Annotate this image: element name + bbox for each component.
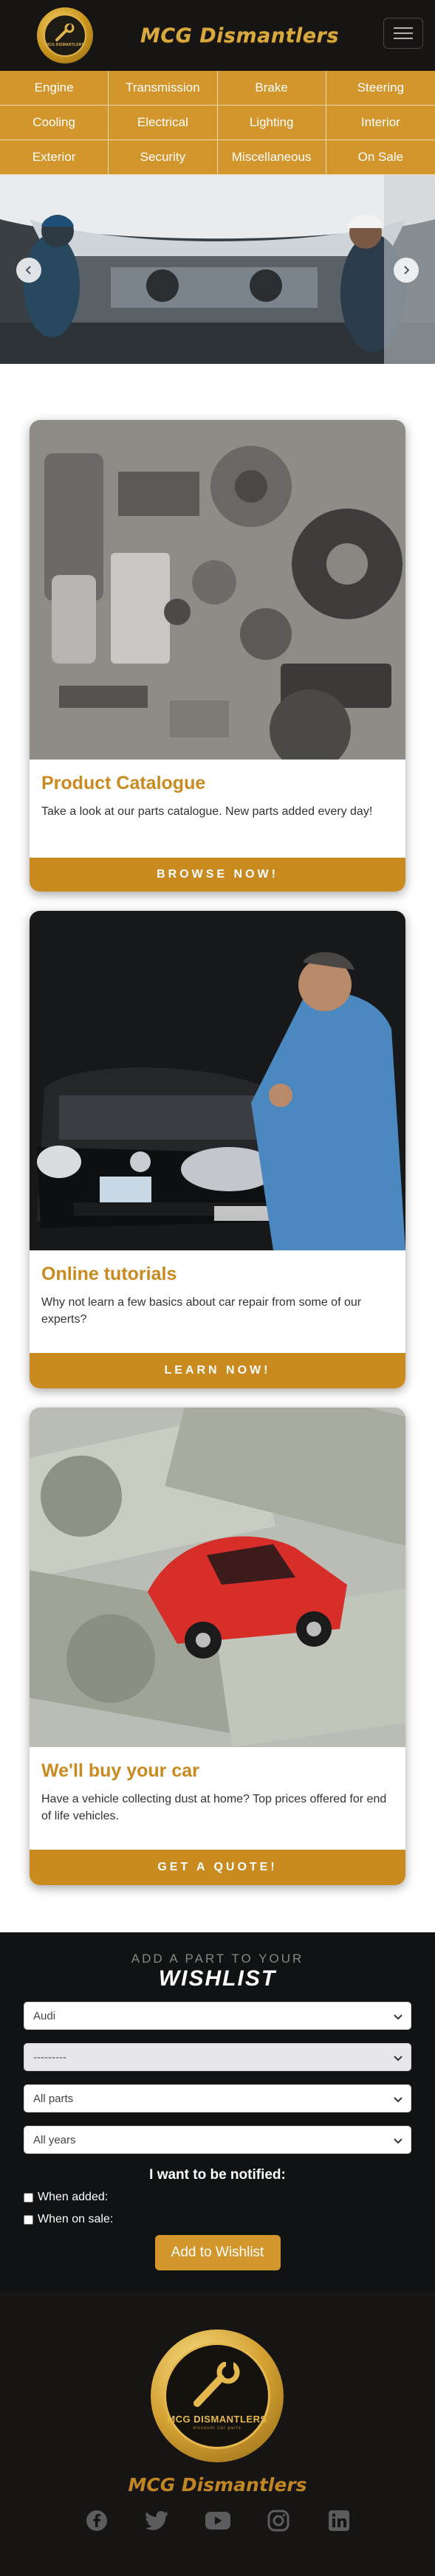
part-select-value: All parts	[33, 2092, 74, 2105]
card-buy-your-car: We'll buy your car Have a vehicle collec…	[30, 1408, 405, 1885]
hamburger-line	[394, 27, 413, 29]
when-on-sale-checkbox[interactable]	[24, 2214, 33, 2225]
category-nav: Engine Transmission Brake Steering Cooli…	[0, 71, 435, 175]
card-text: Have a vehicle collecting dust at home? …	[41, 1793, 387, 1823]
site-footer: MCG DISMANTLERS discount car parts MCG D…	[0, 2293, 435, 2576]
wishlist-subtitle: ADD A PART TO YOUR	[131, 1952, 304, 1966]
category-miscellaneous[interactable]: Miscellaneous	[217, 140, 326, 175]
facebook-icon	[86, 2510, 107, 2531]
brand-name[interactable]: MCG Dismantlers	[140, 24, 339, 47]
year-select[interactable]: All years	[24, 2126, 411, 2154]
category-cooling[interactable]: Cooling	[0, 106, 109, 140]
footer-logo-text: MCG DISMANTLERS	[167, 2413, 267, 2425]
footer-logo-inner: MCG DISMANTLERS discount car parts	[164, 2343, 270, 2449]
learn-now-button[interactable]: LEARN NOW!	[30, 1353, 405, 1388]
year-select-value: All years	[33, 2133, 76, 2146]
logo[interactable]: MCG DISMANTLERS	[37, 7, 93, 63]
category-security[interactable]: Security	[109, 140, 218, 175]
twitter-icon	[145, 2511, 168, 2530]
card-body: Product Catalogue Take a look at our par…	[30, 760, 405, 858]
hero-image	[0, 175, 435, 364]
category-lighting[interactable]: Lighting	[217, 106, 326, 140]
chevron-down-icon	[394, 2138, 403, 2144]
when-on-sale-option: When on sale:	[24, 2213, 411, 2226]
model-select-value: ---------	[33, 2050, 66, 2064]
chevron-down-icon	[394, 2097, 403, 2103]
when-on-sale-label: When on sale:	[38, 2213, 114, 2225]
card-body: Online tutorials Why not learn a few bas…	[30, 1250, 405, 1353]
card-body: We'll buy your car Have a vehicle collec…	[30, 1747, 405, 1850]
category-exterior[interactable]: Exterior	[0, 140, 109, 175]
youtube-icon	[205, 2512, 230, 2529]
money-car-image	[30, 1408, 405, 1747]
card-text: Take a look at our parts catalogue. New …	[41, 805, 373, 818]
when-added-option: When added:	[24, 2191, 411, 2204]
menu-toggle-button[interactable]	[383, 18, 423, 49]
mechanic-image	[30, 911, 405, 1250]
feature-cards: Product Catalogue Take a look at our par…	[0, 364, 435, 1885]
wrench-icon	[193, 2361, 240, 2407]
category-electrical[interactable]: Electrical	[109, 106, 218, 140]
chevron-right-icon	[404, 266, 410, 275]
make-select-value: Audi	[33, 2009, 56, 2022]
card-title: Online tutorials	[41, 1264, 177, 1284]
carousel-next-button[interactable]	[394, 258, 419, 283]
when-added-label: When added:	[38, 2191, 109, 2203]
hamburger-line	[394, 32, 413, 34]
car-parts-image	[30, 420, 405, 760]
category-transmission[interactable]: Transmission	[109, 71, 218, 106]
when-added-checkbox[interactable]	[24, 2192, 33, 2203]
card-image-mechanic	[30, 911, 405, 1250]
card-online-tutorials: Online tutorials Why not learn a few bas…	[30, 911, 405, 1388]
chevron-left-icon	[25, 266, 31, 275]
browse-now-button[interactable]: BROWSE NOW!	[30, 858, 405, 892]
card-title: Product Catalogue	[41, 773, 206, 793]
category-steering[interactable]: Steering	[326, 71, 435, 106]
card-image-money	[30, 1408, 405, 1747]
logo-inner: MCG DISMANTLERS	[44, 14, 86, 57]
model-select[interactable]: ---------	[24, 2043, 411, 2071]
make-select[interactable]: Audi	[24, 2002, 411, 2030]
hamburger-line	[394, 38, 413, 39]
wishlist-section: ADD A PART TO YOUR WISHLIST Audi -------…	[0, 1932, 435, 2293]
notify-label: I want to be notified:	[149, 2167, 286, 2183]
footer-brand-name: MCG Dismantlers	[128, 2474, 307, 2496]
instagram-icon	[267, 2510, 289, 2532]
part-select[interactable]: All parts	[24, 2084, 411, 2112]
site-header: MCG DISMANTLERS MCG Dismantlers	[0, 0, 435, 71]
wrench-icon	[55, 24, 75, 41]
wishlist-title: WISHLIST	[158, 1966, 277, 1991]
chevron-down-icon	[394, 2056, 403, 2062]
category-brake[interactable]: Brake	[217, 71, 326, 106]
category-engine[interactable]: Engine	[0, 71, 109, 106]
carousel-prev-button[interactable]	[16, 258, 41, 283]
category-on-sale[interactable]: On Sale	[326, 140, 435, 175]
footer-logo: MCG DISMANTLERS discount car parts	[151, 2329, 284, 2462]
linkedin-icon	[328, 2510, 349, 2531]
footer-logo-subtext: discount car parts	[193, 2425, 242, 2431]
card-text: Why not learn a few basics about car rep…	[41, 1296, 362, 1326]
card-product-catalogue: Product Catalogue Take a look at our par…	[30, 420, 405, 892]
chevron-down-icon	[394, 2014, 403, 2020]
logo-text: MCG DISMANTLERS	[45, 43, 85, 47]
get-a-quote-button[interactable]: GET A QUOTE!	[30, 1850, 405, 1885]
add-to-wishlist-button[interactable]: Add to Wishlist	[154, 2235, 281, 2270]
category-interior[interactable]: Interior	[326, 106, 435, 140]
card-image-parts	[30, 420, 405, 760]
hero-carousel	[0, 175, 435, 364]
card-title: We'll buy your car	[41, 1760, 199, 1781]
